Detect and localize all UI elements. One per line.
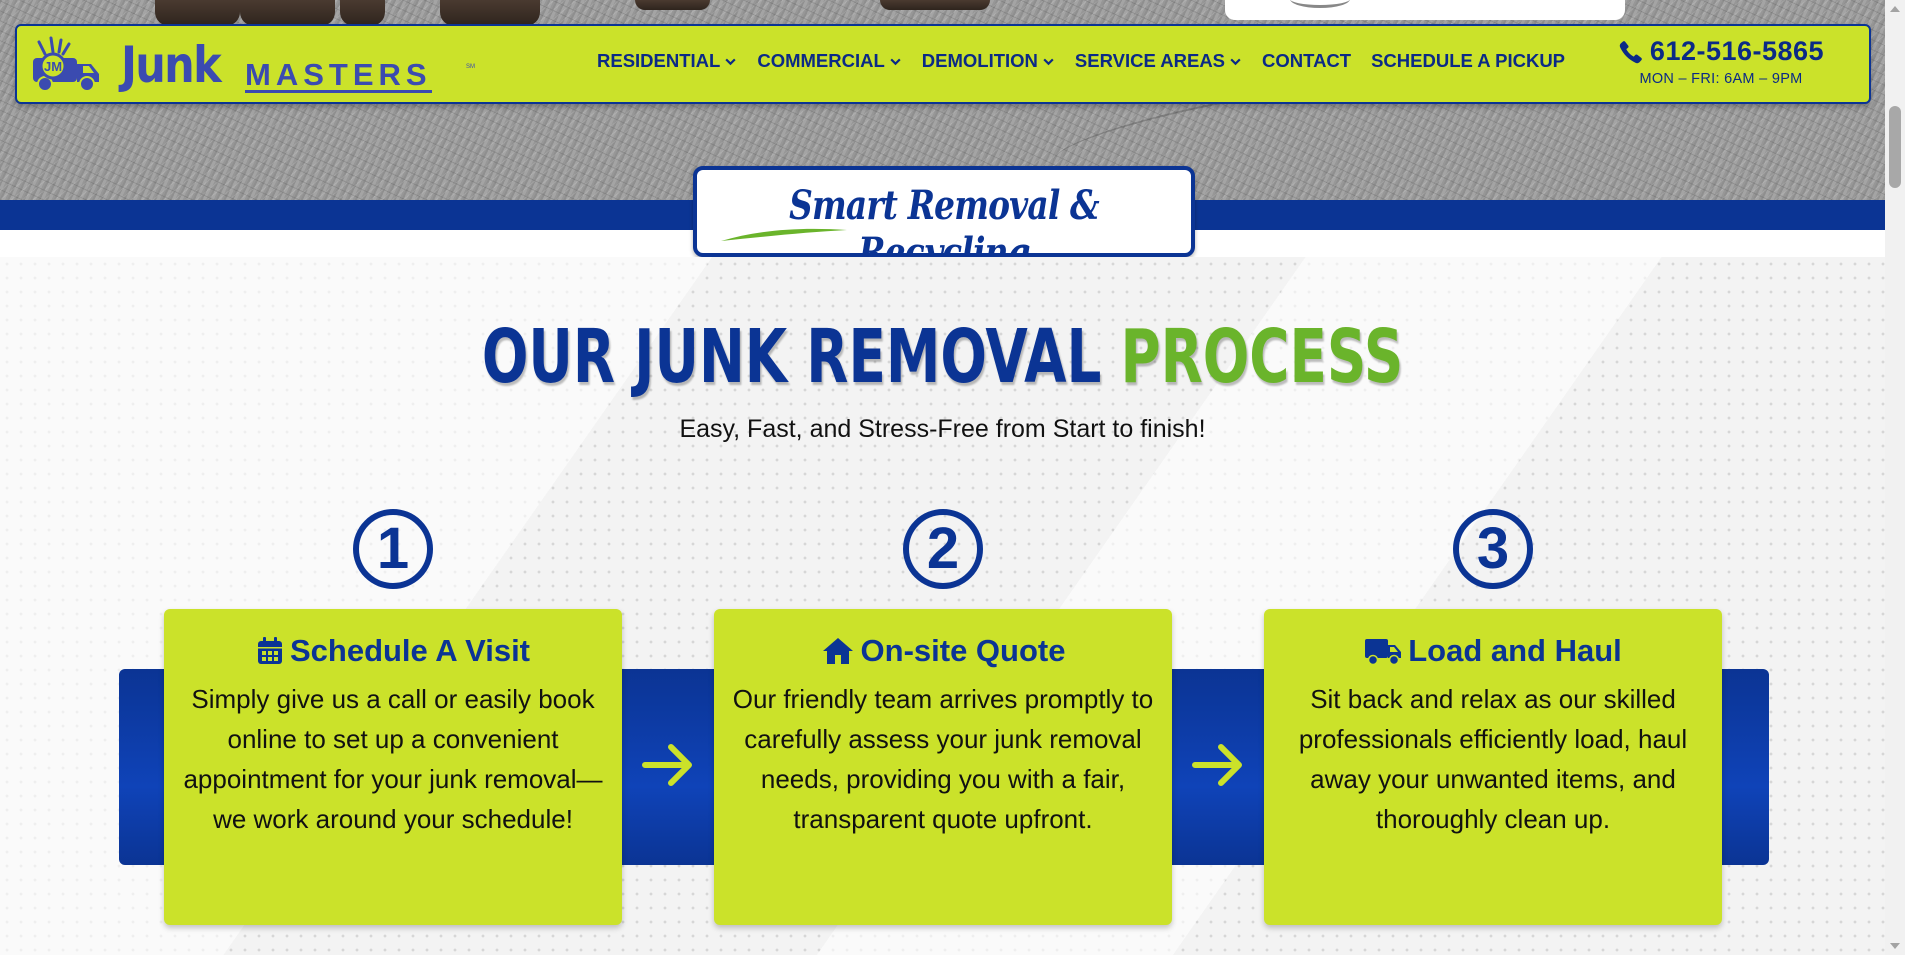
hero-card-edge xyxy=(1225,0,1625,20)
svg-text:JM: JM xyxy=(44,59,62,74)
nav-item-label: COMMERCIAL xyxy=(757,50,885,71)
nav-item-service-areas[interactable]: SERVICE AREAS xyxy=(1075,50,1242,72)
step-number-3: 3 xyxy=(1453,509,1533,589)
site-header: JM Junk MASTERS SM RESIDENTIAL COMMERCIA… xyxy=(15,24,1871,104)
boot-image xyxy=(240,0,335,26)
step-card-title: Load and Haul xyxy=(1282,631,1704,671)
nav-item-label: SERVICE AREAS xyxy=(1074,50,1226,71)
arrow-right-icon xyxy=(642,744,692,786)
step-card-title-text: Load and Haul xyxy=(1408,633,1622,668)
process-subtitle: Easy, Fast, and Stress-Free from Start t… xyxy=(679,415,1206,443)
process-title: OUR JUNK REMOVAL PROCESS xyxy=(0,314,1885,400)
step-card-body: Sit back and relax as our skilled profes… xyxy=(1298,684,1688,834)
phone-number: 612-516-5865 xyxy=(1649,36,1825,66)
nav-item-label: CONTACT xyxy=(1262,50,1352,71)
chevron-down-icon xyxy=(1230,58,1241,65)
contact-block: 612-516-5865 MON – FRI: 6AM – 9PM xyxy=(1601,36,1841,96)
nav-item-contact[interactable]: CONTACT xyxy=(1262,50,1351,72)
process-title-part1: OUR JUNK REMOVAL xyxy=(481,314,1102,400)
boot-image xyxy=(880,0,990,10)
boot-image xyxy=(635,0,710,10)
nav-item-commercial[interactable]: COMMERCIAL xyxy=(757,50,901,72)
chevron-down-icon xyxy=(890,58,901,65)
nav-item-residential[interactable]: RESIDENTIAL xyxy=(597,50,737,72)
boot-image xyxy=(340,0,385,26)
step-card-quote: On-site Quote Our friendly team arrives … xyxy=(714,609,1172,925)
scroll-down-arrow-icon[interactable] xyxy=(1890,943,1900,949)
green-swoosh-icon xyxy=(721,228,847,241)
step-card-title: On-site Quote xyxy=(732,631,1154,671)
logo-trademark: SM xyxy=(466,64,475,70)
step-number-2: 2 xyxy=(903,509,983,589)
step-card-body: Simply give us a call or easily book onl… xyxy=(183,684,603,834)
logo-word-masters: MASTERS xyxy=(245,57,432,93)
logo-word-junk: Junk xyxy=(121,36,222,94)
nav-item-label: DEMOLITION xyxy=(921,50,1038,71)
boot-image xyxy=(155,0,240,26)
business-hours: MON – FRI: 6AM – 9PM xyxy=(1639,71,1803,87)
step-card-title-text: On-site Quote xyxy=(860,633,1066,668)
scroll-thumb[interactable] xyxy=(1889,106,1901,188)
page-scrollbar[interactable] xyxy=(1885,0,1905,955)
nav-item-label: SCHEDULE A PICKUP xyxy=(1371,50,1566,71)
nav-item-label: RESIDENTIAL xyxy=(597,50,721,71)
arrow-right-icon xyxy=(1192,744,1242,786)
calendar-icon xyxy=(257,637,282,664)
chevron-down-icon xyxy=(1043,58,1054,65)
step-card-body: Our friendly team arrives promptly to ca… xyxy=(732,684,1154,834)
nav-item-demolition[interactable]: DEMOLITION xyxy=(922,50,1055,72)
phone-link[interactable]: 612-516-5865 xyxy=(1601,36,1841,67)
step-number-1: 1 xyxy=(353,509,433,589)
site-logo[interactable]: JM Junk MASTERS SM xyxy=(29,34,489,96)
jm-truck-logo-icon: JM xyxy=(33,36,99,92)
step-card-title: Schedule A Visit xyxy=(182,631,604,671)
boot-image xyxy=(440,0,540,26)
main-nav: RESIDENTIAL COMMERCIAL DEMOLITION SERVIC… xyxy=(597,46,1565,76)
scroll-up-arrow-icon[interactable] xyxy=(1890,6,1900,12)
process-section: OUR JUNK REMOVAL PROCESS Easy, Fast, and… xyxy=(0,257,1885,955)
smart-removal-badge: Smart Removal & Recycling xyxy=(693,166,1195,276)
step-card-haul: Load and Haul Sit back and relax as our … xyxy=(1264,609,1722,925)
phone-icon xyxy=(1619,40,1642,63)
process-title-part2: PROCESS xyxy=(1120,314,1404,400)
chevron-down-icon xyxy=(725,58,736,65)
truck-icon xyxy=(1365,639,1402,666)
step-card-schedule: Schedule A Visit Simply give us a call o… xyxy=(164,609,622,925)
home-icon xyxy=(822,638,853,664)
nav-item-schedule-pickup[interactable]: SCHEDULE A PICKUP xyxy=(1371,50,1565,72)
step-card-title-text: Schedule A Visit xyxy=(289,633,531,668)
